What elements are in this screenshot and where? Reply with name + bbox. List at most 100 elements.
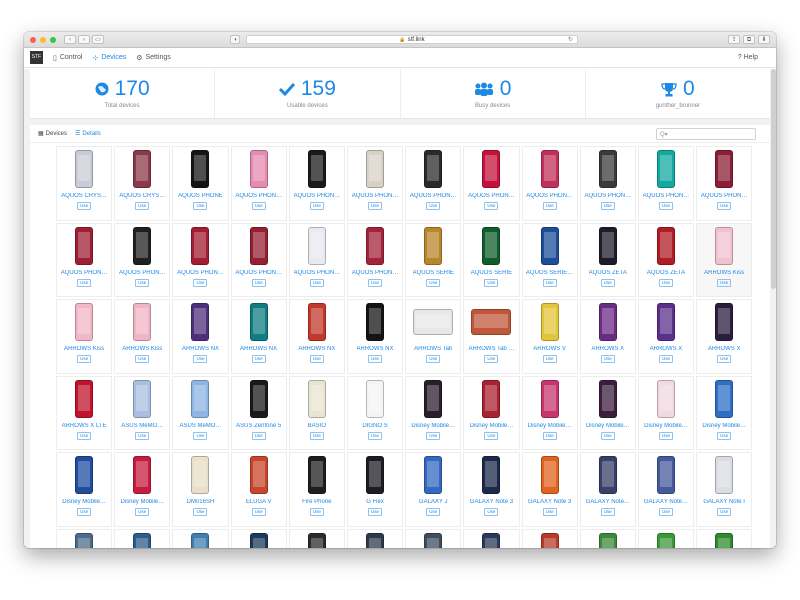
use-device-button[interactable]: Use: [251, 202, 266, 210]
device-name[interactable]: AQUOS SERIE: [413, 270, 454, 276]
device-name[interactable]: AQUOS ZETA: [589, 270, 627, 276]
use-device-button[interactable]: Use: [426, 431, 441, 440]
device-name[interactable]: AQUOS PHON…: [235, 193, 282, 199]
device-card[interactable]: ARROWS X Use: [696, 299, 753, 374]
device-card[interactable]: AQUOS SERIE Use: [405, 222, 462, 297]
device-card[interactable]: ARROWS Tab Use: [405, 299, 462, 374]
device-card[interactable]: ARROWS NX Use: [346, 299, 404, 374]
forward-button[interactable]: ›: [78, 35, 90, 44]
device-card[interactable]: Fire Phone Use: [288, 452, 345, 527]
use-device-button[interactable]: Use: [135, 278, 150, 287]
use-device-button[interactable]: Use: [193, 202, 208, 210]
device-card[interactable]: [521, 528, 578, 548]
device-card[interactable]: AQUOS PHON… Use: [288, 146, 345, 221]
device-card[interactable]: AQUOS PHON… Use: [346, 146, 404, 221]
device-name[interactable]: ELUGA V: [246, 499, 272, 505]
device-card[interactable]: AQUOS PHON… Use: [230, 146, 287, 221]
use-device-button[interactable]: Use: [600, 202, 615, 210]
device-card[interactable]: ARROWS Kiss Use: [696, 222, 753, 297]
device-name[interactable]: Disney Mobile…: [120, 499, 164, 505]
device-name[interactable]: AQUOS PHON…: [294, 270, 341, 276]
device-name[interactable]: AQUOS CRYS…: [119, 193, 165, 199]
device-card[interactable]: ARROWS NX Use: [230, 299, 287, 374]
use-device-button[interactable]: Use: [135, 508, 150, 516]
use-device-button[interactable]: Use: [542, 202, 557, 210]
use-device-button[interactable]: Use: [717, 202, 732, 210]
device-name[interactable]: AQUOS PHON…: [119, 270, 166, 276]
use-device-button[interactable]: Use: [77, 278, 92, 287]
device-name[interactable]: Disney Mobile…: [62, 499, 106, 505]
device-card[interactable]: ARROWS Tab … Use: [463, 299, 520, 374]
share-button[interactable]: ⇪: [728, 35, 740, 44]
device-name[interactable]: Fire Phone: [302, 499, 331, 505]
device-name[interactable]: GALAXY Note I: [703, 499, 745, 505]
device-card[interactable]: AQUOS PHON… Use: [637, 146, 695, 221]
device-name[interactable]: ARROWS NX: [298, 346, 335, 352]
device-name[interactable]: AQUOS PHON…: [235, 270, 282, 276]
device-card[interactable]: ASUS Zenfone 5 Use: [230, 375, 287, 450]
device-name[interactable]: DM016SH: [187, 499, 215, 505]
device-name[interactable]: ARROWS Kiss: [122, 346, 162, 352]
device-name[interactable]: AQUOS PHON…: [701, 193, 748, 199]
device-card[interactable]: GALAXY Note 3 Use: [521, 452, 578, 527]
use-device-button[interactable]: Use: [658, 278, 673, 287]
device-card[interactable]: [230, 528, 287, 548]
device-card[interactable]: [579, 528, 636, 548]
use-device-button[interactable]: Use: [484, 278, 499, 287]
use-device-button[interactable]: Use: [135, 355, 150, 363]
nav-devices[interactable]: ⊹ Devices: [92, 54, 126, 62]
use-device-button[interactable]: Use: [484, 431, 499, 440]
device-card[interactable]: AQUOS ZETA Use: [579, 222, 636, 297]
tab-details[interactable]: ☰ Details: [75, 130, 101, 138]
use-device-button[interactable]: Use: [717, 355, 732, 363]
device-name[interactable]: AQUOS CRYS…: [61, 193, 107, 199]
use-device-button[interactable]: Use: [717, 508, 732, 516]
use-device-button[interactable]: Use: [542, 355, 557, 363]
device-name[interactable]: AQUOS PHON…: [643, 193, 690, 199]
use-device-button[interactable]: Use: [717, 278, 732, 287]
device-name[interactable]: AQUOS PHON…: [526, 193, 573, 199]
device-card[interactable]: Disney Mobile… Use: [56, 452, 113, 527]
device-card[interactable]: [56, 528, 113, 548]
device-name[interactable]: ARROWS Tab: [414, 346, 452, 352]
device-card[interactable]: [114, 528, 171, 548]
device-name[interactable]: Disney Mobile…: [411, 423, 455, 429]
help-link[interactable]: ? Help: [738, 54, 758, 61]
device-card[interactable]: ARROWS V Use: [521, 299, 578, 374]
device-card[interactable]: ARROWS X Use: [637, 299, 695, 374]
device-name[interactable]: AQUOS SERIE: [471, 270, 512, 276]
back-button[interactable]: ‹: [64, 35, 76, 44]
device-name[interactable]: ARROWS X: [591, 346, 624, 352]
device-name[interactable]: AQUOS PHON…: [352, 270, 399, 276]
device-name[interactable]: AQUOS PHON…: [61, 270, 108, 276]
use-device-button[interactable]: Use: [193, 431, 208, 440]
use-device-button[interactable]: Use: [368, 278, 383, 287]
zoom-window-button[interactable]: [50, 36, 56, 43]
device-name[interactable]: DIGNO S: [362, 423, 387, 429]
device-card[interactable]: GALAXY J Use: [405, 452, 462, 527]
use-device-button[interactable]: Use: [484, 355, 499, 363]
device-card[interactable]: G Flex Use: [346, 452, 404, 527]
use-device-button[interactable]: Use: [135, 202, 150, 210]
use-device-button[interactable]: Use: [77, 355, 92, 363]
device-name[interactable]: Disney Mobile…: [586, 423, 630, 429]
stf-logo[interactable]: STF: [30, 51, 43, 64]
device-name[interactable]: Disney Mobile…: [702, 423, 746, 429]
device-card[interactable]: [288, 528, 345, 548]
device-name[interactable]: ARROWS V: [533, 346, 566, 352]
use-device-button[interactable]: Use: [251, 355, 266, 363]
use-device-button[interactable]: Use: [193, 355, 208, 363]
device-name[interactable]: GALAXY Note 3: [528, 499, 571, 505]
device-name[interactable]: AQUOS PHON…: [177, 270, 224, 276]
device-card[interactable]: AQUOS PHONE Use: [172, 146, 229, 221]
device-card[interactable]: ELUGA V Use: [230, 452, 287, 527]
device-card[interactable]: ASUS MeMO… Use: [114, 375, 171, 450]
device-card[interactable]: AQUOS CRYS… Use: [114, 146, 171, 221]
use-device-button[interactable]: Use: [309, 355, 324, 363]
privacy-button[interactable]: ◑: [230, 35, 240, 44]
device-name[interactable]: ARROWS NX: [182, 346, 219, 352]
device-name[interactable]: ASUS MeMO…: [121, 423, 163, 429]
use-device-button[interactable]: Use: [251, 278, 266, 287]
downloads-button[interactable]: ⬇: [758, 35, 770, 44]
use-device-button[interactable]: Use: [193, 278, 208, 287]
